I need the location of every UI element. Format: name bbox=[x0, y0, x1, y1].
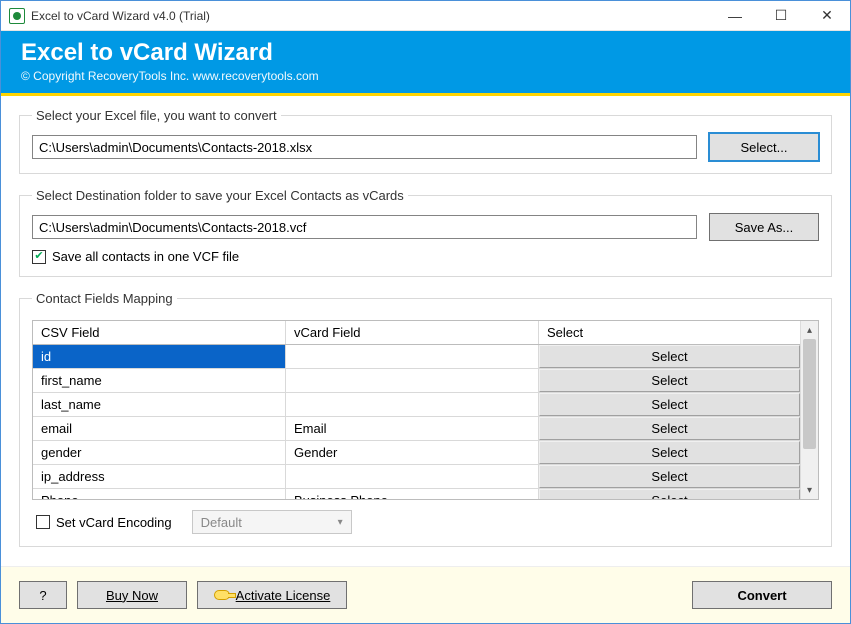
one-vcf-checkbox[interactable]: ✔ bbox=[32, 250, 46, 264]
header-csv-field[interactable]: CSV Field bbox=[33, 321, 286, 344]
close-button[interactable]: ✕ bbox=[804, 1, 850, 30]
convert-button[interactable]: Convert bbox=[692, 581, 832, 609]
table-row[interactable]: id Select bbox=[33, 345, 800, 369]
save-as-button[interactable]: Save As... bbox=[709, 213, 819, 241]
source-group: Select your Excel file, you want to conv… bbox=[19, 108, 832, 174]
csv-field-cell: Phone bbox=[33, 489, 286, 499]
window-title: Excel to vCard Wizard v4.0 (Trial) bbox=[31, 9, 712, 23]
minimize-button[interactable]: — bbox=[712, 1, 758, 30]
select-mapping-button[interactable]: Select bbox=[539, 465, 800, 488]
app-copyright: © Copyright RecoveryTools Inc. www.recov… bbox=[21, 69, 830, 83]
vcard-field-cell: Email bbox=[286, 417, 539, 440]
vcard-field-cell: Business Phone bbox=[286, 489, 539, 499]
scroll-thumb[interactable] bbox=[803, 339, 816, 449]
source-path-input[interactable] bbox=[32, 135, 697, 159]
csv-field-cell: first_name bbox=[33, 369, 286, 392]
csv-field-cell: ip_address bbox=[33, 465, 286, 488]
titlebar: Excel to vCard Wizard v4.0 (Trial) — ☐ ✕ bbox=[1, 1, 850, 31]
header-select[interactable]: Select bbox=[539, 321, 800, 344]
select-mapping-button[interactable]: Select bbox=[539, 417, 800, 440]
encoding-checkbox[interactable]: ✔ bbox=[36, 515, 50, 529]
source-legend: Select your Excel file, you want to conv… bbox=[32, 108, 281, 123]
table-row[interactable]: genderGenderSelect bbox=[33, 441, 800, 465]
table-row[interactable]: ip_address Select bbox=[33, 465, 800, 489]
chevron-down-icon: ▾ bbox=[338, 517, 343, 528]
window-controls: — ☐ ✕ bbox=[712, 1, 850, 30]
maximize-button[interactable]: ☐ bbox=[758, 1, 804, 30]
mapping-table: CSV Field vCard Field Select idSelectfir… bbox=[32, 320, 819, 500]
activate-license-button[interactable]: Activate License bbox=[197, 581, 347, 609]
vcard-field-cell bbox=[286, 393, 539, 416]
select-mapping-button[interactable]: Select bbox=[539, 441, 800, 464]
select-mapping-button[interactable]: Select bbox=[539, 345, 800, 368]
vcard-field-cell bbox=[286, 345, 539, 368]
table-row[interactable]: PhoneBusiness PhoneSelect bbox=[33, 489, 800, 499]
select-source-button[interactable]: Select... bbox=[709, 133, 819, 161]
csv-field-cell: email bbox=[33, 417, 286, 440]
scroll-down-icon[interactable]: ▾ bbox=[801, 481, 818, 499]
one-vcf-label: Save all contacts in one VCF file bbox=[52, 249, 239, 264]
select-mapping-button[interactable]: Select bbox=[539, 489, 800, 499]
app-heading: Excel to vCard Wizard bbox=[21, 39, 830, 67]
table-header-row: CSV Field vCard Field Select bbox=[33, 321, 800, 345]
select-mapping-button[interactable]: Select bbox=[539, 369, 800, 392]
bottom-bar: ? Buy Now Activate License Convert bbox=[1, 566, 850, 623]
scroll-up-icon[interactable]: ▴ bbox=[801, 321, 818, 339]
encoding-label: Set vCard Encoding bbox=[56, 515, 172, 530]
encoding-combo[interactable]: Default ▾ bbox=[192, 510, 352, 534]
mapping-group: Contact Fields Mapping CSV Field vCard F… bbox=[19, 291, 832, 547]
csv-field-cell: last_name bbox=[33, 393, 286, 416]
app-icon bbox=[9, 8, 25, 24]
destination-group: Select Destination folder to save your E… bbox=[19, 188, 832, 277]
header-vcard-field[interactable]: vCard Field bbox=[286, 321, 539, 344]
vcard-field-cell bbox=[286, 369, 539, 392]
vcard-field-cell: Gender bbox=[286, 441, 539, 464]
help-button[interactable]: ? bbox=[19, 581, 67, 609]
vcard-field-cell bbox=[286, 465, 539, 488]
encoding-value: Default bbox=[201, 515, 242, 530]
table-row[interactable]: last_name Select bbox=[33, 393, 800, 417]
key-icon bbox=[214, 590, 230, 600]
table-scrollbar[interactable]: ▴ ▾ bbox=[800, 321, 818, 499]
table-row[interactable]: first_name Select bbox=[33, 369, 800, 393]
destination-legend: Select Destination folder to save your E… bbox=[32, 188, 408, 203]
app-banner: Excel to vCard Wizard © Copyright Recove… bbox=[1, 31, 850, 96]
csv-field-cell: id bbox=[33, 345, 286, 368]
buy-now-button[interactable]: Buy Now bbox=[77, 581, 187, 609]
mapping-legend: Contact Fields Mapping bbox=[32, 291, 177, 306]
csv-field-cell: gender bbox=[33, 441, 286, 464]
table-row[interactable]: emailEmailSelect bbox=[33, 417, 800, 441]
select-mapping-button[interactable]: Select bbox=[539, 393, 800, 416]
destination-path-input[interactable] bbox=[32, 215, 697, 239]
